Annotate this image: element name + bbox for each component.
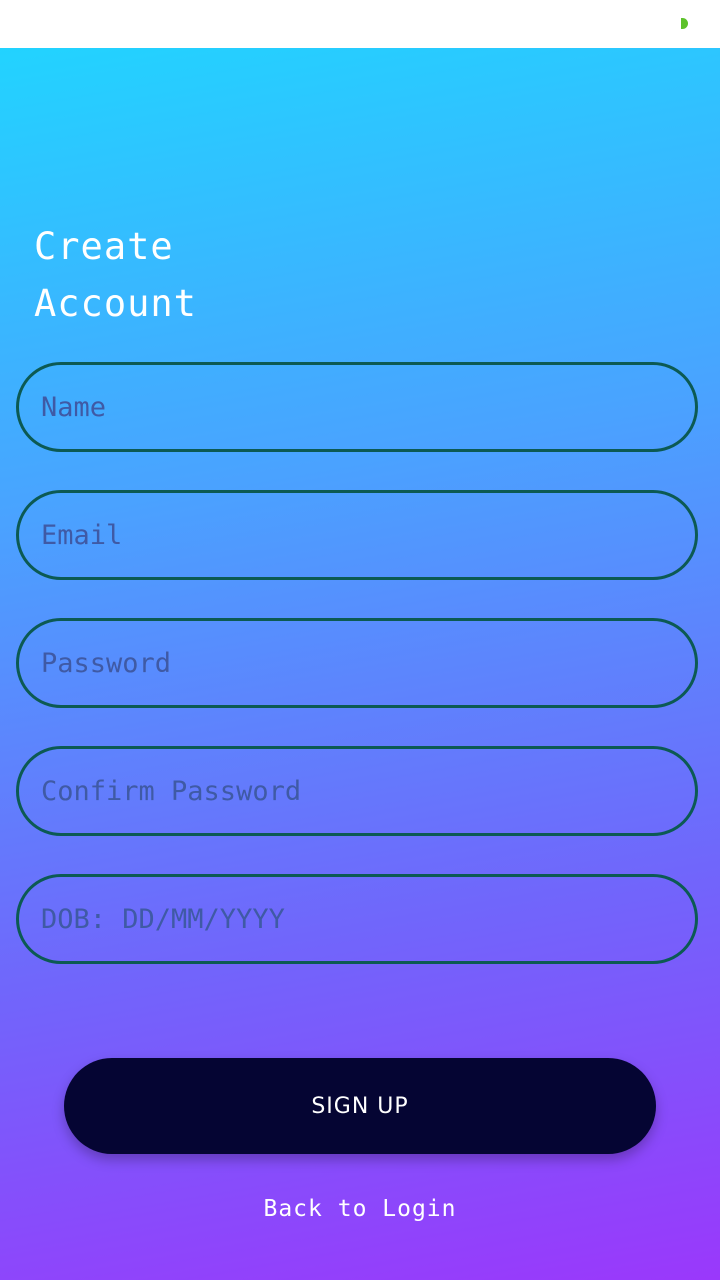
dob-input[interactable]: [16, 874, 698, 964]
battery-indicator-icon: [681, 18, 688, 29]
signup-form-container: Create Account SIGN UP Back to Login: [0, 48, 720, 1280]
sign-up-button[interactable]: SIGN UP: [64, 1058, 656, 1154]
back-to-login-link[interactable]: Back to Login: [0, 1196, 720, 1222]
password-input[interactable]: [16, 618, 698, 708]
confirm-password-input[interactable]: [16, 746, 698, 836]
name-input[interactable]: [16, 362, 698, 452]
status-bar: [0, 0, 720, 48]
signup-screen: Create Account SIGN UP Back to Login: [0, 0, 720, 1280]
page-title: Create Account: [34, 225, 197, 325]
email-input[interactable]: [16, 490, 698, 580]
